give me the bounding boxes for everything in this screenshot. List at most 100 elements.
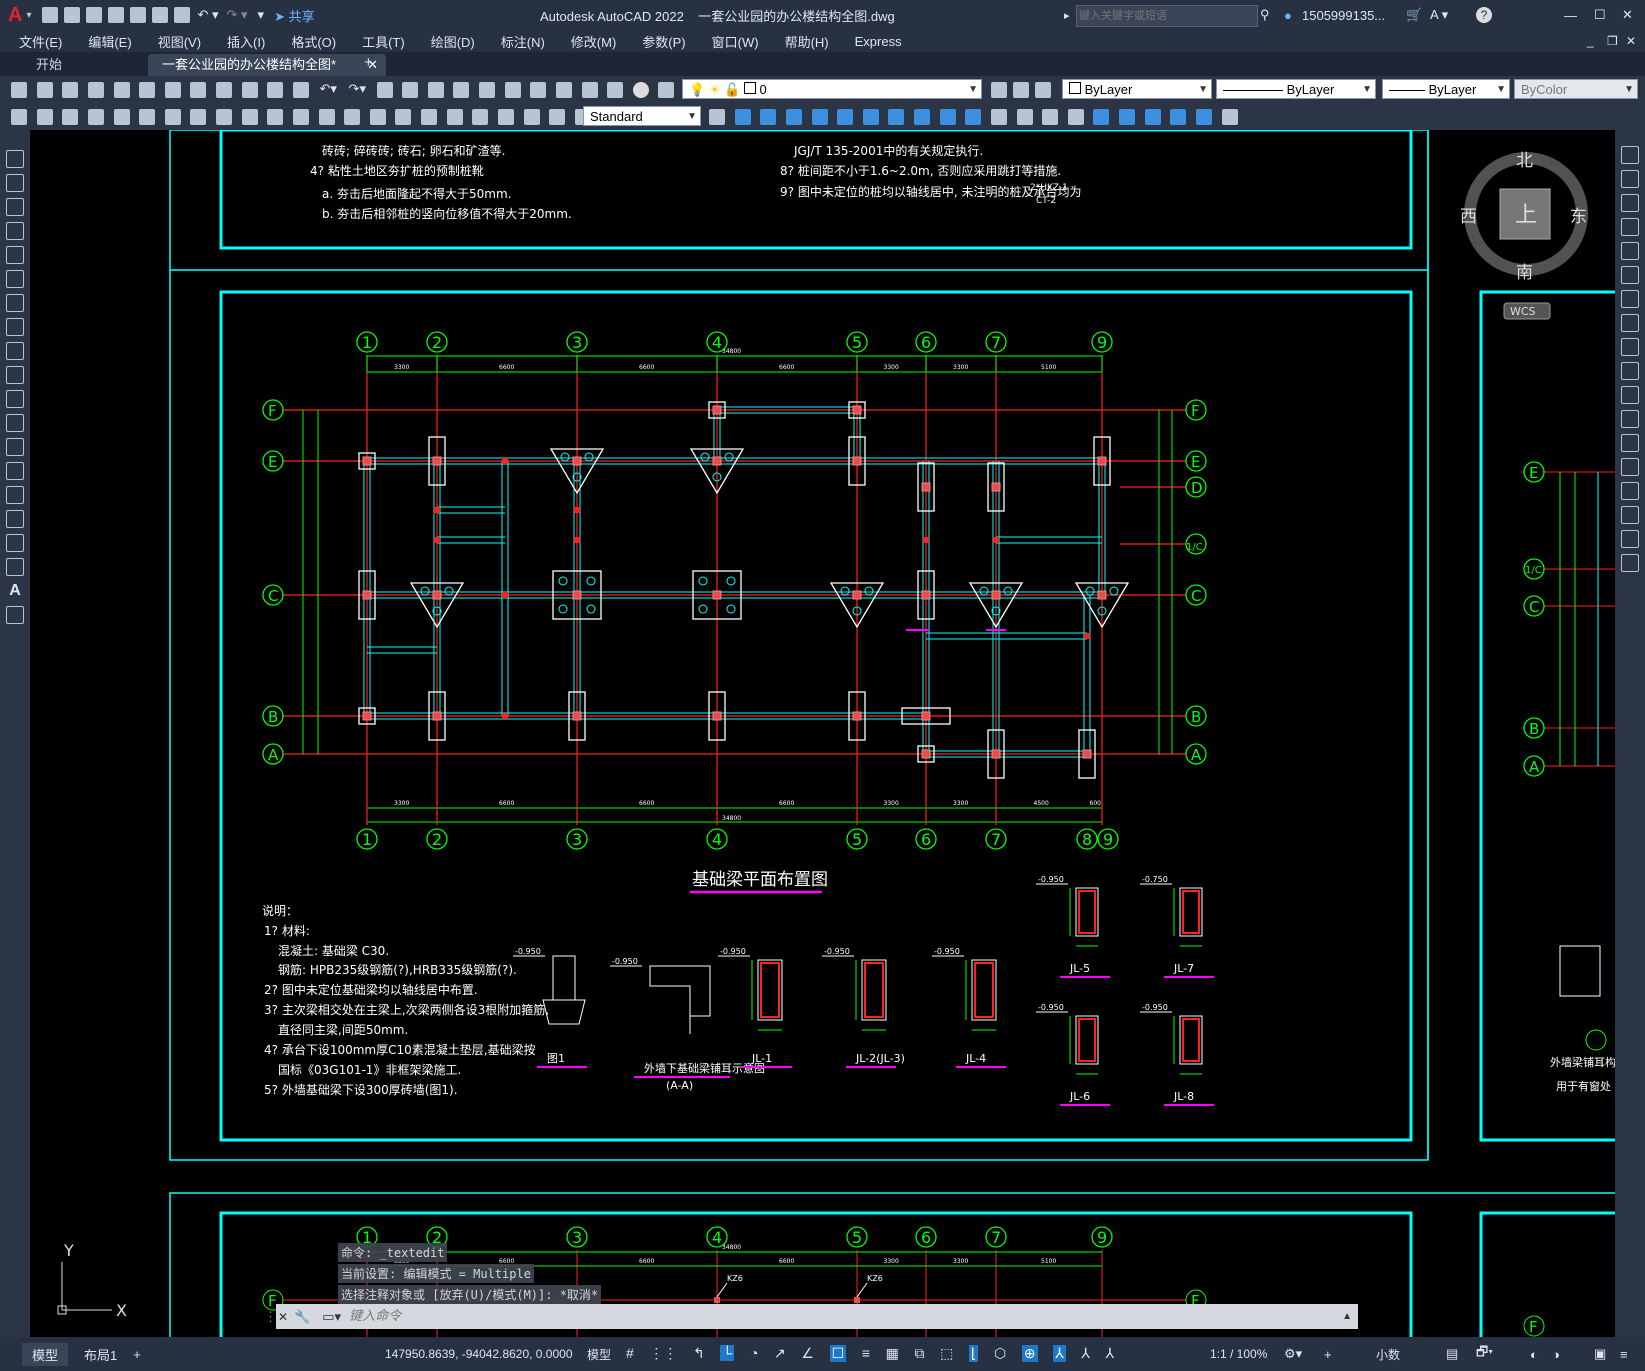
tab-drawing[interactable]: 一套公业园的办公楼结构全图* ✕ xyxy=(148,54,386,76)
view-top-icon[interactable] xyxy=(734,108,751,125)
layout-tab-layout1[interactable]: 布局1 xyxy=(84,1345,117,1364)
block-editor-icon[interactable] xyxy=(292,81,309,98)
new-tab-icon[interactable]: + xyxy=(364,54,373,71)
menu-express[interactable]: Express xyxy=(855,34,902,49)
offset-icon[interactable] xyxy=(1621,218,1639,236)
dim-arc-icon[interactable] xyxy=(139,108,156,125)
command-input[interactable] xyxy=(347,1308,1252,1325)
menu-view[interactable]: 视图(V) xyxy=(158,32,201,51)
ucs-object-icon[interactable] xyxy=(1195,108,1212,125)
view-front-icon[interactable] xyxy=(837,108,854,125)
ellipse-icon[interactable] xyxy=(6,366,24,384)
menu-format[interactable]: 格式(O) xyxy=(291,32,336,51)
search-expand-icon[interactable]: ▸ xyxy=(1064,9,1070,22)
add-selected-icon[interactable] xyxy=(6,606,24,624)
dim-edit-icon[interactable] xyxy=(523,108,540,125)
minimize-icon[interactable]: — xyxy=(1564,8,1577,23)
cut-icon[interactable] xyxy=(190,81,207,98)
maximize-icon[interactable]: ☐ xyxy=(1594,7,1606,23)
line-icon[interactable] xyxy=(6,150,24,168)
ucs-world-icon[interactable] xyxy=(1119,108,1135,125)
ucs-view-icon[interactable] xyxy=(1221,108,1238,125)
add-layout-icon[interactable]: + xyxy=(133,1347,141,1362)
menu-help[interactable]: 帮助(H) xyxy=(785,32,829,51)
grid-icon[interactable]: # xyxy=(626,1345,634,1361)
lineweight-icon[interactable]: ≡ xyxy=(862,1345,870,1361)
undo-icon[interactable]: ↶ ▾ xyxy=(197,7,218,23)
view-right-icon[interactable] xyxy=(811,108,828,125)
dim-continue-icon[interactable] xyxy=(344,108,361,125)
open-file-icon[interactable] xyxy=(64,7,81,23)
menu-draw[interactable]: 绘图(D) xyxy=(431,32,475,51)
help2-icon[interactable] xyxy=(632,81,649,98)
user-name[interactable]: 1505999135... xyxy=(1302,8,1385,23)
customize-chevron-icon[interactable]: ▾ xyxy=(258,7,265,23)
layer-lock-icon[interactable]: 🔓 xyxy=(724,82,740,97)
viewcube-south[interactable]: 南 xyxy=(1516,263,1533,283)
save-icon[interactable] xyxy=(86,7,103,23)
qsave-icon[interactable] xyxy=(62,81,79,98)
print-icon[interactable] xyxy=(87,81,104,98)
plotstyle-dropdown[interactable]: ByColor ▼ xyxy=(1514,79,1638,99)
viewcube-east[interactable]: 东 xyxy=(1570,207,1587,227)
annotate-icon[interactable] xyxy=(11,108,27,125)
quick-properties-icon[interactable]: ▤ xyxy=(1446,1346,1458,1362)
preview-icon[interactable] xyxy=(113,81,130,98)
annotate2-icon[interactable] xyxy=(36,108,53,125)
viewcube-top[interactable]: 上 xyxy=(1515,203,1537,228)
mtext-icon[interactable]: A xyxy=(0,582,30,600)
view-nw-iso-icon[interactable] xyxy=(965,108,982,125)
make-current-icon[interactable] xyxy=(991,82,1007,98)
search-input[interactable] xyxy=(1076,5,1258,27)
ucs-face-icon[interactable] xyxy=(1170,108,1187,125)
hatch-icon[interactable] xyxy=(6,486,24,504)
point-icon[interactable] xyxy=(6,462,24,480)
plot-icon[interactable] xyxy=(174,7,191,23)
lock-ui-icon[interactable]: 🗗▾ xyxy=(1476,1343,1493,1365)
rotate-icon[interactable] xyxy=(1621,290,1639,308)
viewcube[interactable]: 上 北 南 东 西 WCS xyxy=(1460,151,1588,320)
layer-on-icon[interactable]: 💡 xyxy=(689,82,705,97)
markup-icon[interactable] xyxy=(581,81,598,98)
menu-parametric[interactable]: 参数(P) xyxy=(642,32,685,51)
annotate3-icon[interactable] xyxy=(62,108,79,125)
new-file-icon[interactable] xyxy=(42,7,59,23)
clean-screen-icon[interactable]: ▣ xyxy=(1594,1346,1606,1362)
view-ne-iso-icon[interactable] xyxy=(939,108,956,125)
annotation-monitor-icon[interactable]: + xyxy=(1324,1347,1332,1362)
spline-icon[interactable] xyxy=(6,342,24,360)
tab-start[interactable]: 开始 xyxy=(22,54,76,76)
command-close-icon[interactable]: ✕ xyxy=(278,1310,288,1324)
workspace-gear-icon[interactable]: ⚙▾ xyxy=(1284,1346,1302,1362)
share-button[interactable]: ➤ 共享 xyxy=(274,6,315,25)
command-history-chevron-icon[interactable]: ▲ xyxy=(1342,1311,1352,1322)
quick-dim-icon[interactable] xyxy=(292,108,309,125)
qnew-icon[interactable] xyxy=(11,81,27,98)
blend-icon[interactable] xyxy=(1621,530,1639,548)
osnap-icon[interactable]: ☐ xyxy=(829,1345,847,1362)
match-prop-icon[interactable] xyxy=(267,81,284,98)
isodraft-icon[interactable]: ↗ xyxy=(774,1345,786,1362)
view-sw-iso-icon[interactable] xyxy=(888,108,905,125)
copy-icon[interactable] xyxy=(216,81,232,98)
wcs-label[interactable]: WCS xyxy=(1510,305,1536,318)
scale-icon[interactable] xyxy=(1621,314,1639,332)
app-menu-chevron-icon[interactable]: ▾ xyxy=(26,10,31,21)
dim-break-icon[interactable] xyxy=(395,108,412,125)
extend-icon[interactable] xyxy=(1621,386,1639,404)
arc-icon[interactable] xyxy=(6,270,24,288)
snap-icon[interactable]: ⋮⋮ xyxy=(649,1345,677,1362)
3d-osnap-icon[interactable]: ⬚ xyxy=(940,1345,953,1362)
cart-icon[interactable]: 🛒 xyxy=(1406,7,1422,23)
auto-scale-icon[interactable]: ⅄ xyxy=(1081,1345,1090,1362)
zoom-previous-icon[interactable] xyxy=(453,81,470,98)
dim-text-edit-icon[interactable] xyxy=(549,108,566,125)
menu-edit[interactable]: 编辑(E) xyxy=(88,32,131,51)
command-prompt-icon[interactable]: ▭▾ xyxy=(322,1309,341,1325)
array-icon[interactable] xyxy=(1621,242,1639,260)
menu-window[interactable]: 窗口(W) xyxy=(712,32,759,51)
graphics-performance-icon[interactable]: ◑ xyxy=(1552,1347,1560,1362)
erase-icon[interactable] xyxy=(1621,146,1639,164)
ortho-icon[interactable]: └ xyxy=(720,1345,735,1361)
infer-icon[interactable]: ↰ xyxy=(693,1345,705,1362)
